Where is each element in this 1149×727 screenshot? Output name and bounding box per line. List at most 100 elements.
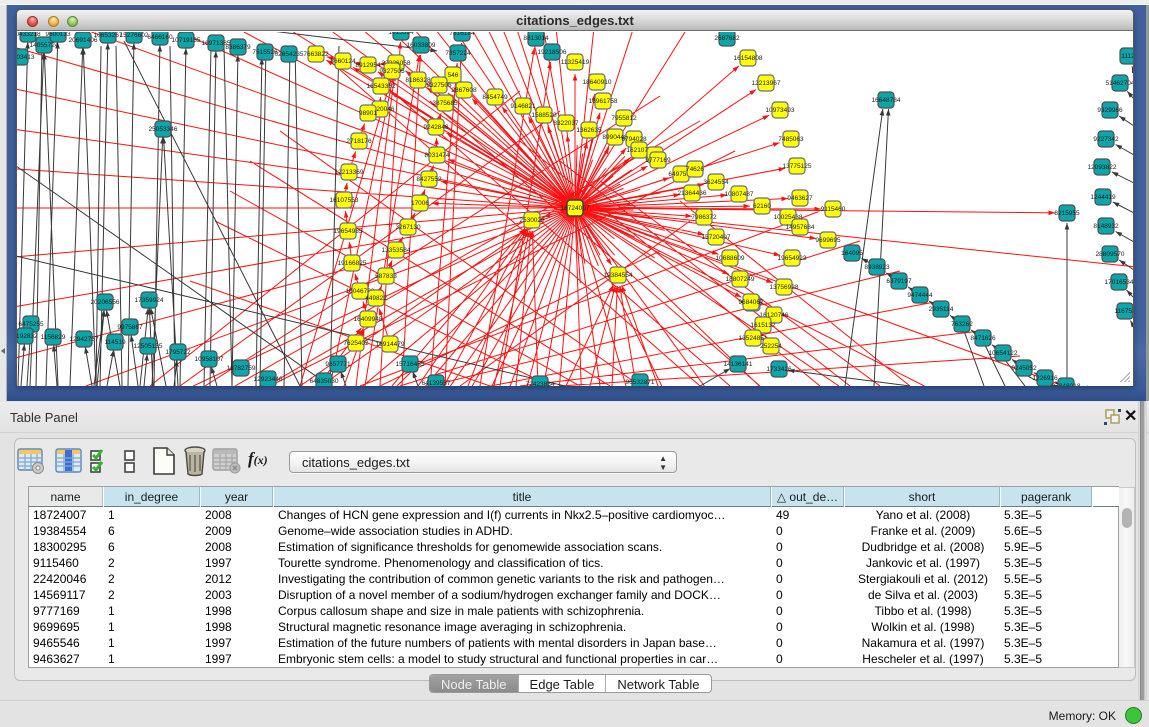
svg-text:9115460: 9115460 [821, 206, 846, 213]
svg-text:9474444: 9474444 [907, 292, 933, 299]
svg-text:14055724: 14055724 [30, 42, 59, 49]
svg-text:16961758: 16961758 [589, 98, 618, 105]
svg-text:72423884: 72423884 [526, 381, 555, 386]
svg-text:8427552: 8427552 [416, 176, 442, 183]
svg-text:17359924: 17359924 [135, 297, 164, 304]
svg-text:1156829: 1156829 [41, 334, 66, 341]
svg-text:16782759: 16782759 [227, 365, 256, 372]
svg-text:93103413: 93103413 [17, 54, 35, 61]
svg-text:10958107: 10958107 [195, 356, 224, 363]
svg-text:17006: 17006 [411, 200, 429, 207]
svg-text:12093822: 12093822 [1088, 164, 1117, 171]
svg-text:64835030: 64835030 [310, 378, 339, 385]
svg-text:6379197: 6379197 [886, 278, 912, 285]
svg-text:64139537: 64139537 [422, 380, 451, 386]
svg-text:1615132: 1615132 [750, 322, 776, 329]
svg-text:1362635: 1362635 [576, 127, 602, 134]
svg-text:13353584: 13353584 [382, 247, 411, 254]
svg-text:8031474: 8031474 [424, 152, 450, 159]
svg-text:12213369: 12213369 [335, 169, 364, 176]
svg-text:164095: 164095 [841, 250, 863, 257]
svg-text:9684067: 9684067 [738, 299, 764, 306]
svg-text:20206556: 20206556 [91, 299, 120, 306]
svg-text:15720407: 15720407 [702, 234, 731, 241]
svg-text:3875685: 3875685 [432, 100, 458, 107]
svg-text:74626: 74626 [686, 166, 704, 173]
svg-text:9329966: 9329966 [1097, 107, 1123, 114]
svg-text:8813014: 8813014 [523, 35, 549, 42]
svg-text:16648784: 16648784 [872, 97, 901, 104]
svg-text:10807487: 10807487 [725, 191, 754, 198]
svg-text:7955812: 7955812 [611, 115, 637, 122]
svg-text:12505135: 12505135 [134, 343, 163, 350]
svg-text:13756928: 13756928 [770, 284, 799, 291]
svg-text:9245052: 9245052 [1011, 365, 1037, 372]
svg-text:25053346: 25053346 [149, 126, 178, 133]
svg-text:546: 546 [448, 72, 459, 79]
svg-text:7663822: 7663822 [303, 51, 329, 58]
svg-text:16409948: 16409948 [354, 316, 383, 323]
svg-text:252254: 252254 [760, 343, 782, 350]
svg-text:8454749: 8454749 [482, 94, 508, 101]
svg-text:18724007: 18724007 [561, 205, 590, 212]
svg-text:114519: 114519 [104, 339, 126, 346]
svg-text:3624554: 3624554 [703, 179, 729, 186]
svg-text:13775125: 13775125 [783, 163, 812, 170]
svg-text:8938923: 8938923 [864, 264, 890, 271]
svg-text:9327505: 9327505 [426, 82, 452, 89]
svg-text:2530029: 2530029 [519, 217, 545, 224]
svg-text:449822: 449822 [365, 295, 387, 302]
svg-text:10719185: 10719185 [172, 37, 201, 44]
svg-text:9975867: 9975867 [117, 324, 143, 331]
svg-text:1795722: 1795722 [165, 349, 191, 356]
svg-text:7816184: 7816184 [449, 32, 475, 37]
svg-text:19166825: 19166825 [338, 260, 367, 267]
svg-text:16914479: 16914479 [376, 341, 405, 348]
svg-text:19384554: 19384554 [604, 272, 633, 279]
svg-text:116753: 116753 [1114, 308, 1133, 315]
svg-text:15276602: 15276602 [120, 32, 149, 39]
svg-text:4192832: 4192832 [17, 333, 38, 340]
svg-text:02654235: 02654235 [275, 51, 304, 58]
svg-text:16107553: 16107553 [330, 197, 359, 204]
svg-text:14957684: 14957684 [786, 224, 815, 231]
svg-text:9657771: 9657771 [325, 361, 351, 368]
svg-text:9777169: 9777169 [645, 157, 671, 164]
svg-text:1588520: 1588520 [531, 112, 557, 119]
svg-text:8148932: 8148932 [1093, 223, 1119, 230]
svg-text:8660124: 8660124 [330, 58, 356, 65]
svg-text:19654923: 19654923 [778, 255, 807, 262]
svg-text:12923446: 12923446 [254, 376, 283, 383]
svg-text:1244419: 1244419 [1090, 194, 1116, 201]
svg-text:98901: 98901 [359, 110, 377, 117]
svg-text:2687682: 2687682 [714, 35, 740, 42]
svg-text:7357224: 7357224 [445, 50, 471, 57]
svg-text:16154808: 16154808 [734, 55, 763, 62]
svg-text:9242848: 9242848 [423, 124, 449, 131]
svg-text:10688609: 10688609 [716, 255, 745, 262]
svg-text:1226916: 1226916 [1032, 375, 1058, 382]
svg-text:18807249: 18807249 [726, 276, 755, 283]
svg-text:8471626: 8471626 [970, 335, 996, 342]
svg-text:16033809: 16033809 [407, 42, 436, 49]
svg-text:8322037: 8322037 [553, 120, 579, 127]
svg-text:2718176: 2718176 [346, 138, 372, 145]
svg-text:9600133: 9600133 [45, 32, 71, 38]
svg-text:1733426: 1733426 [766, 366, 792, 373]
svg-text:9463627: 9463627 [787, 195, 813, 202]
svg-text:6466160: 6466160 [147, 34, 173, 41]
svg-text:10654122: 10654122 [989, 350, 1018, 357]
svg-text:10973493: 10973493 [766, 107, 795, 114]
svg-text:11325419: 11325419 [561, 59, 590, 66]
svg-text:12213967: 12213967 [752, 80, 781, 87]
svg-text:9327505: 9327505 [379, 68, 405, 75]
svg-text:9146821: 9146821 [510, 103, 536, 110]
svg-text:2935114: 2935114 [929, 306, 954, 313]
svg-text:28809570: 28809570 [1096, 251, 1125, 258]
svg-text:12942757: 12942757 [70, 336, 99, 343]
svg-text:1112: 1112 [1121, 53, 1133, 60]
svg-text:51462704: 51462704 [1106, 80, 1133, 87]
svg-text:62160: 62160 [753, 203, 771, 210]
svg-text:1615594: 1615594 [388, 32, 414, 36]
svg-text:14136141: 14136141 [724, 361, 753, 368]
